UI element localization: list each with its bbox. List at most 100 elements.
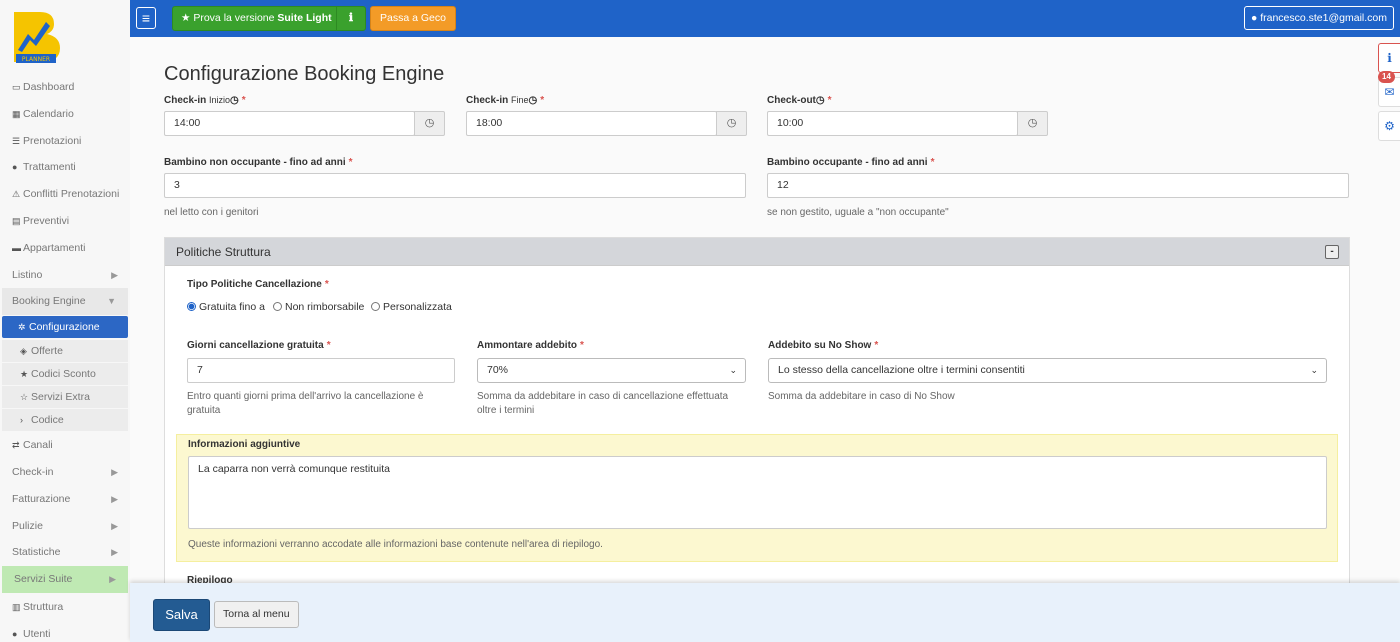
sidebar-item-canali[interactable]: ⇄ Canali bbox=[0, 432, 130, 459]
label-text: Bambino non occupante - fino ad anni bbox=[164, 157, 346, 168]
sidebar-item-codici-sconto[interactable]: ★ Codici Sconto bbox=[2, 363, 128, 386]
info-help: Queste informazioni verranno accodate al… bbox=[188, 539, 603, 550]
info-icon[interactable]: ℹ bbox=[336, 6, 366, 31]
free-days-label: Giorni cancellazione gratuita * bbox=[187, 340, 331, 351]
info-icon[interactable]: ℹ bbox=[1378, 43, 1400, 73]
noshow-label: Addebito su No Show * bbox=[768, 340, 879, 351]
clock-icon[interactable]: ◷ bbox=[414, 111, 445, 136]
child-nonocc-label: Bambino non occupante - fino ad anni * bbox=[164, 157, 353, 168]
sidebar-item-label: Canali bbox=[23, 439, 53, 452]
sidebar-item-label: Statistiche bbox=[12, 546, 61, 559]
sidebar-item-listino[interactable]: Listino ▶ bbox=[0, 262, 130, 289]
sidebar-item-label: Servizi Suite bbox=[14, 573, 73, 586]
save-button[interactable]: Salva bbox=[153, 599, 210, 631]
user-email: francesco.ste1@gmail.com bbox=[1260, 12, 1387, 24]
chevron-right-icon: ▶ bbox=[111, 269, 118, 280]
child-occ-input[interactable]: 12 bbox=[767, 173, 1349, 198]
sidebar-item-booking-engine[interactable]: Booking Engine ▼ bbox=[2, 288, 128, 316]
radio-unchecked-icon bbox=[273, 302, 282, 311]
top-navbar: ≡ ★ Prova la versione Suite Light ℹ Pass… bbox=[130, 0, 1400, 37]
sidebar-item-fatturazione[interactable]: Fatturazione ▶ bbox=[0, 486, 130, 513]
sidebar-item-label: Fatturazione bbox=[12, 492, 71, 505]
sidebar: PLANNER ▭ Dashboard ▦ Calendario ☰ Prenotaz… bbox=[0, 0, 130, 642]
free-days-input[interactable]: 7 bbox=[187, 358, 455, 383]
sidebar-item-configurazione[interactable]: ✲ Configurazione bbox=[2, 316, 128, 339]
sidebar-item-label: Prenotazioni bbox=[23, 134, 82, 147]
additional-info-textarea[interactable]: La caparra non verrà comunque restituita bbox=[188, 456, 1327, 529]
radio-unchecked-icon bbox=[371, 302, 380, 311]
label-text: Check-out bbox=[767, 95, 816, 106]
app-logo[interactable]: PLANNER bbox=[10, 10, 68, 66]
sidebar-item-pulizie[interactable]: Pulizie ▶ bbox=[0, 513, 130, 540]
try-suite-light-button[interactable]: ★ Prova la versione Suite Light bbox=[172, 6, 341, 31]
amount-select[interactable]: 70% ⌄ bbox=[477, 358, 746, 383]
sidebar-item-statistiche[interactable]: Statistiche ▶ bbox=[0, 539, 130, 566]
sidebar-item-label: Pulizie bbox=[12, 519, 43, 532]
sidebar-item-label: Listino bbox=[12, 268, 43, 281]
sidebar-item-utenti[interactable]: ● Utenti bbox=[0, 621, 130, 642]
checkout-input[interactable]: 10:00 bbox=[767, 111, 1018, 136]
checkin-end-label: Check-in Fine◷ * bbox=[466, 95, 545, 106]
chevron-right-icon: ▶ bbox=[111, 547, 118, 558]
sidebar-item-label: Codici Sconto bbox=[31, 368, 96, 381]
sidebar-item-preventivi[interactable]: ▤ Preventivi bbox=[0, 208, 130, 235]
clock-small-icon: ◷ bbox=[230, 95, 239, 106]
radio-gratuita[interactable]: Gratuita fino a bbox=[187, 301, 265, 313]
gears-icon[interactable]: ⚙ bbox=[1378, 111, 1400, 141]
free-days-help: Entro quanti giorni prima dell'arrivo la… bbox=[187, 391, 424, 416]
calculator-icon: ▤ bbox=[12, 215, 21, 226]
sidebar-item-servizi-suite[interactable]: Servizi Suite ▶ bbox=[2, 566, 128, 593]
amount-help: Somma da addebitare in caso di cancellaz… bbox=[477, 391, 729, 416]
geco-button[interactable]: Passa a Geco bbox=[370, 6, 456, 31]
bed-icon: ▬ bbox=[12, 242, 21, 253]
select-value: Lo stesso della cancellazione oltre i te… bbox=[778, 364, 1025, 376]
noshow-help: Somma da addebitare in caso di No Show bbox=[768, 391, 955, 402]
apple-icon: ● bbox=[12, 162, 18, 173]
radio-non-rimborsabile[interactable]: Non rimborsabile bbox=[273, 301, 364, 313]
sidebar-item-appartamenti[interactable]: ▬ Appartamenti bbox=[0, 235, 130, 262]
trial-prefix: Prova la versione bbox=[193, 12, 275, 24]
sidebar-item-label: Appartamenti bbox=[23, 241, 86, 254]
radio-checked-icon bbox=[187, 302, 196, 311]
sidebar-item-label: Trattamenti bbox=[23, 161, 76, 174]
sidebar-item-offerte[interactable]: ◈ Offerte bbox=[2, 340, 128, 363]
checkout-label: Check-out◷ * bbox=[767, 95, 832, 106]
sidebar-item-label: Dashboard bbox=[23, 81, 75, 93]
sidebar-item-dashboard[interactable]: ▭ Dashboard bbox=[0, 74, 130, 101]
sidebar-nav: ▭ Dashboard ▦ Calendario ☰ Prenotazioni ● Tr… bbox=[0, 74, 130, 642]
sidebar-item-label: Booking Engine bbox=[12, 295, 86, 308]
radio-personalizzata[interactable]: Personalizzata bbox=[371, 301, 452, 313]
mail-badge: 14 bbox=[1378, 71, 1395, 83]
sidebar-item-label: Servizi Extra bbox=[31, 391, 90, 404]
back-to-menu-button[interactable]: Torna al menu bbox=[214, 601, 299, 628]
select-value: 70% bbox=[487, 364, 509, 376]
mail-icon[interactable]: ✉ 14 bbox=[1378, 71, 1400, 107]
checkin-end-input[interactable]: 18:00 bbox=[466, 111, 717, 136]
child-nonocc-input[interactable]: 3 bbox=[164, 173, 746, 198]
sidebar-item-check-in[interactable]: Check-in ▶ bbox=[0, 459, 130, 486]
sidebar-item-trattamenti[interactable]: ● Trattamenti bbox=[0, 154, 130, 181]
sidebar-item-struttura[interactable]: ▥ Struttura bbox=[0, 594, 130, 621]
page-title: Configurazione Booking Engine bbox=[164, 63, 445, 85]
sidebar-item-label: Configurazione bbox=[29, 321, 100, 334]
terminal-icon: › bbox=[20, 415, 23, 426]
clock-icon[interactable]: ◷ bbox=[716, 111, 747, 136]
label-text: Check-in bbox=[164, 95, 207, 106]
sidebar-item-label: Check-in bbox=[12, 465, 54, 478]
sidebar-item-conflitti[interactable]: ⚠ Conflitti Prenotazioni bbox=[0, 181, 130, 208]
sidebar-item-calendario[interactable]: ▦ Calendario bbox=[0, 101, 130, 128]
user-menu-button[interactable]: ● francesco.ste1@gmail.com bbox=[1243, 6, 1394, 30]
star-icon: ★ bbox=[181, 12, 191, 24]
noshow-select[interactable]: Lo stesso della cancellazione oltre i te… bbox=[768, 358, 1327, 383]
sidebar-item-prenotazioni[interactable]: ☰ Prenotazioni bbox=[0, 128, 130, 155]
sidebar-item-codice[interactable]: › Codice bbox=[2, 409, 128, 432]
checkin-start-input[interactable]: 14:00 bbox=[164, 111, 415, 136]
policies-panel: Politiche Struttura - Tipo Politiche Canc… bbox=[164, 237, 1350, 642]
collapse-icon[interactable]: - bbox=[1325, 245, 1339, 259]
calendar-icon: ▦ bbox=[12, 108, 21, 119]
dashboard-icon: ▭ bbox=[12, 82, 21, 92]
panel-heading[interactable]: Politiche Struttura - bbox=[165, 238, 1349, 266]
sidebar-item-servizi-extra[interactable]: ☆ Servizi Extra bbox=[2, 386, 128, 409]
hamburger-icon[interactable]: ≡ bbox=[136, 7, 156, 29]
clock-icon[interactable]: ◷ bbox=[1017, 111, 1048, 136]
